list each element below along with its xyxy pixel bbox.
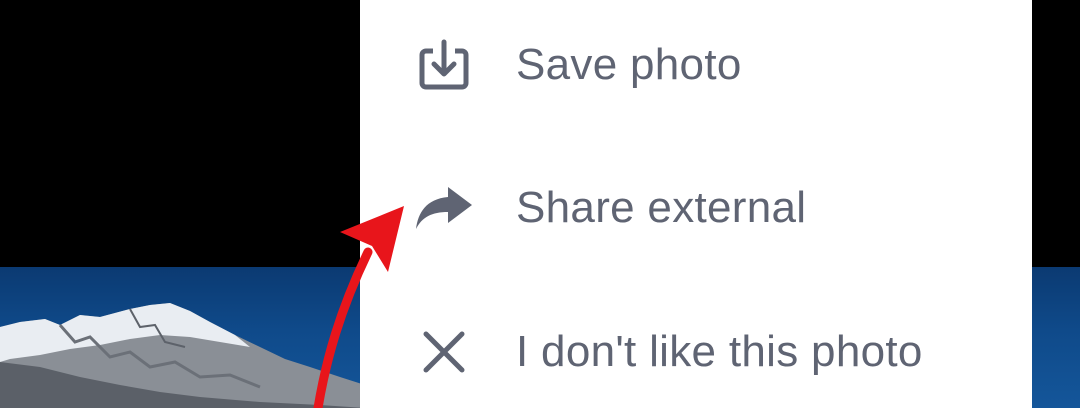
screen: Save photo Share external I don't like t… xyxy=(0,0,1080,408)
save-photo-item[interactable]: Save photo xyxy=(360,0,1032,130)
download-icon xyxy=(414,35,474,95)
photo-options-menu: Save photo Share external I don't like t… xyxy=(360,0,1032,408)
share-arrow-icon xyxy=(414,178,474,238)
share-external-item[interactable]: Share external xyxy=(360,143,1032,273)
dislike-photo-item[interactable]: I don't like this photo xyxy=(360,287,1032,408)
close-icon xyxy=(414,322,474,382)
save-photo-label: Save photo xyxy=(516,40,742,89)
share-external-label: Share external xyxy=(516,183,807,232)
dislike-photo-label: I don't like this photo xyxy=(516,327,923,376)
